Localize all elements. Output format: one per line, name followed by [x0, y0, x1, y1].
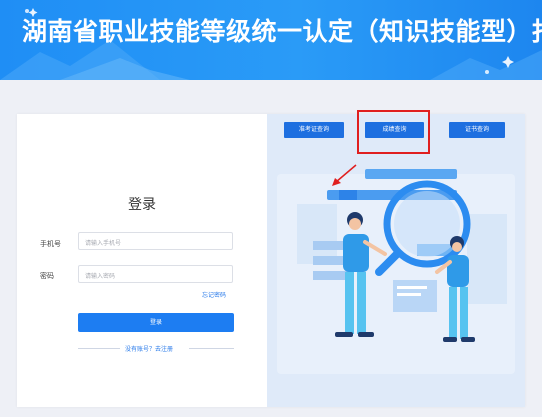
red-arrow-icon	[332, 164, 357, 186]
